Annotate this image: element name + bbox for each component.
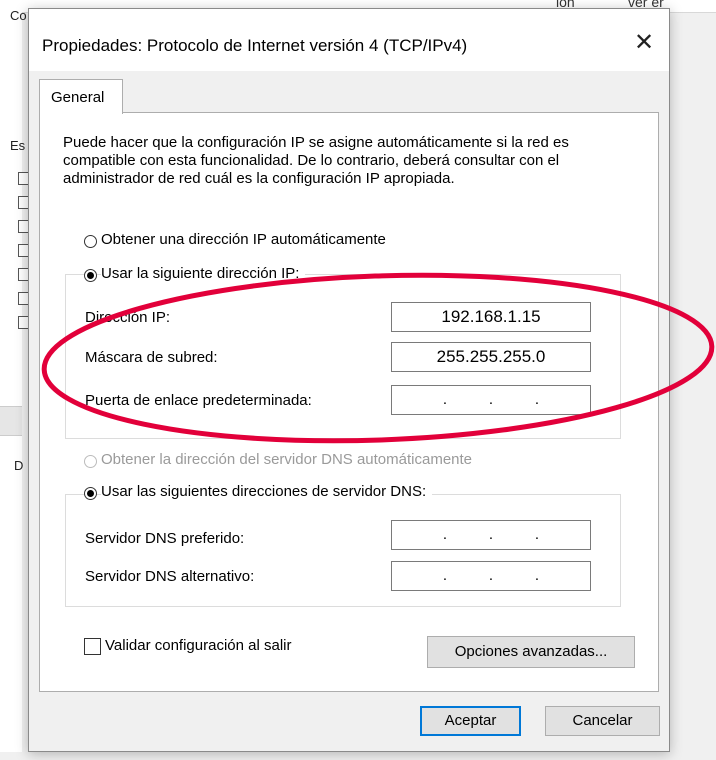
advanced-options-button[interactable]: Opciones avanzadas... [427,636,635,668]
subnet-mask-label: Máscara de subred: [85,349,218,366]
title-bar: Propiedades: Protocolo de Internet versi… [29,9,669,71]
gateway-label: Puerta de enlace predeterminada: [85,392,312,409]
dns-preferred-label: Servidor DNS preferido: [85,530,245,547]
ok-button[interactable]: Aceptar [420,706,521,736]
gateway-field[interactable]: ... [391,385,591,415]
radio-ip-auto-label[interactable]: Obtener una dirección IP automáticamente [101,231,386,248]
background-left-text: D [14,458,24,473]
radio-ip-manual-label[interactable]: Usar la siguiente dirección IP: [101,265,306,282]
octet-separator: . [534,567,540,584]
background-bar [0,406,22,436]
dialog-title: Propiedades: Protocolo de Internet versi… [42,36,468,55]
tab-general[interactable]: General [39,79,123,114]
octet-separator: . [488,567,494,584]
radio-dns-auto-label[interactable]: Obtener la dirección del servidor DNS au… [101,451,472,468]
background-left-text: Es [10,138,26,153]
radio-ip-manual[interactable] [84,269,97,282]
octet-separator: . [442,391,448,408]
octet-separator: . [442,526,448,543]
dns-alternate-label: Servidor DNS alternativo: [85,568,255,585]
background-left-text: Co [10,8,27,23]
dns-alternate-field[interactable]: ... [391,561,591,591]
close-icon: ✕ [633,29,655,56]
close-button[interactable]: ✕ [625,23,663,63]
validate-checkbox[interactable] [84,638,101,655]
dns-preferred-field[interactable]: ... [391,520,591,550]
octet-separator: . [488,391,494,408]
background-left-strip: Co Es D [0,8,30,752]
radio-dns-manual-label[interactable]: Usar las siguientes direcciones de servi… [101,483,433,500]
octet-separator: . [534,526,540,543]
radio-dns-manual[interactable] [84,487,97,500]
octet-separator: . [488,526,494,543]
radio-ip-auto[interactable] [84,235,97,248]
tab-general-label: General [51,89,105,106]
subnet-mask-field[interactable]: 255.255.255.0 [391,342,591,372]
description-text: Puede hacer que la configuración IP se a… [63,134,569,187]
ip-address-field[interactable]: 192.168.1.15 [391,302,591,332]
radio-dns-auto[interactable] [84,455,97,468]
ip-address-label: Dirección IP: [85,309,171,326]
octet-separator: . [534,391,540,408]
validate-checkbox-label[interactable]: Validar configuración al salir [105,637,291,654]
cancel-button[interactable]: Cancelar [545,706,660,736]
tcpipv4-properties-dialog: Propiedades: Protocolo de Internet versi… [28,8,670,752]
octet-separator: . [442,567,448,584]
